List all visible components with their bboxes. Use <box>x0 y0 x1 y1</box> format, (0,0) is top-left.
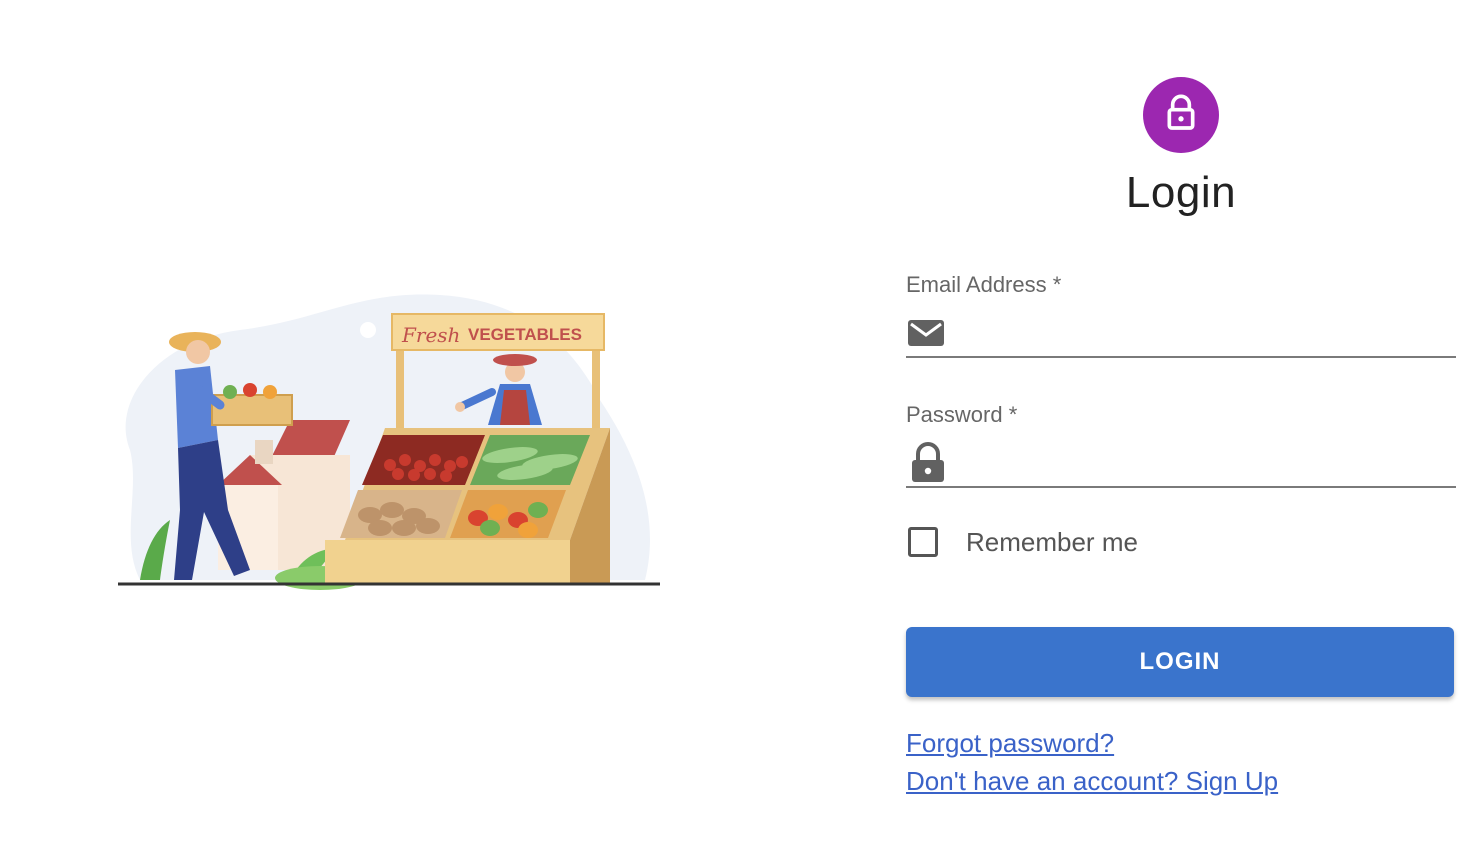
email-input-row <box>906 310 1456 358</box>
login-button[interactable]: LOGIN <box>906 627 1454 697</box>
email-label: Email Address * <box>906 272 1062 297</box>
sign-vegetables-text: VEGETABLES <box>468 325 582 344</box>
login-page: Fresh VEGETABLES Login Email Address * P… <box>0 0 1476 852</box>
password-input-row <box>906 440 1456 488</box>
email-field: Email Address * <box>906 270 1456 358</box>
password-field: Password * <box>906 400 1456 488</box>
password-input[interactable] <box>950 445 1456 481</box>
email-input[interactable] <box>950 315 1456 351</box>
vegetable-market-illustration: Fresh VEGETABLES <box>100 280 670 600</box>
page-title: Login <box>1125 168 1237 217</box>
sign-up-link[interactable]: Don't have an account? Sign Up <box>906 766 1278 797</box>
forgot-password-link[interactable]: Forgot password? <box>906 728 1114 759</box>
remember-me-checkbox[interactable] <box>908 527 938 557</box>
login-panel: Login Email Address * Password * Remembe… <box>906 0 1456 852</box>
remember-me-label[interactable]: Remember me <box>966 527 1138 558</box>
lock-avatar <box>1143 77 1219 153</box>
remember-me[interactable]: Remember me <box>906 522 1138 562</box>
sign-script-text: Fresh <box>401 323 460 347</box>
password-label: Password * <box>906 402 1018 427</box>
lock-icon <box>1161 93 1201 138</box>
envelope-icon <box>906 311 950 355</box>
lock-icon <box>906 441 950 485</box>
